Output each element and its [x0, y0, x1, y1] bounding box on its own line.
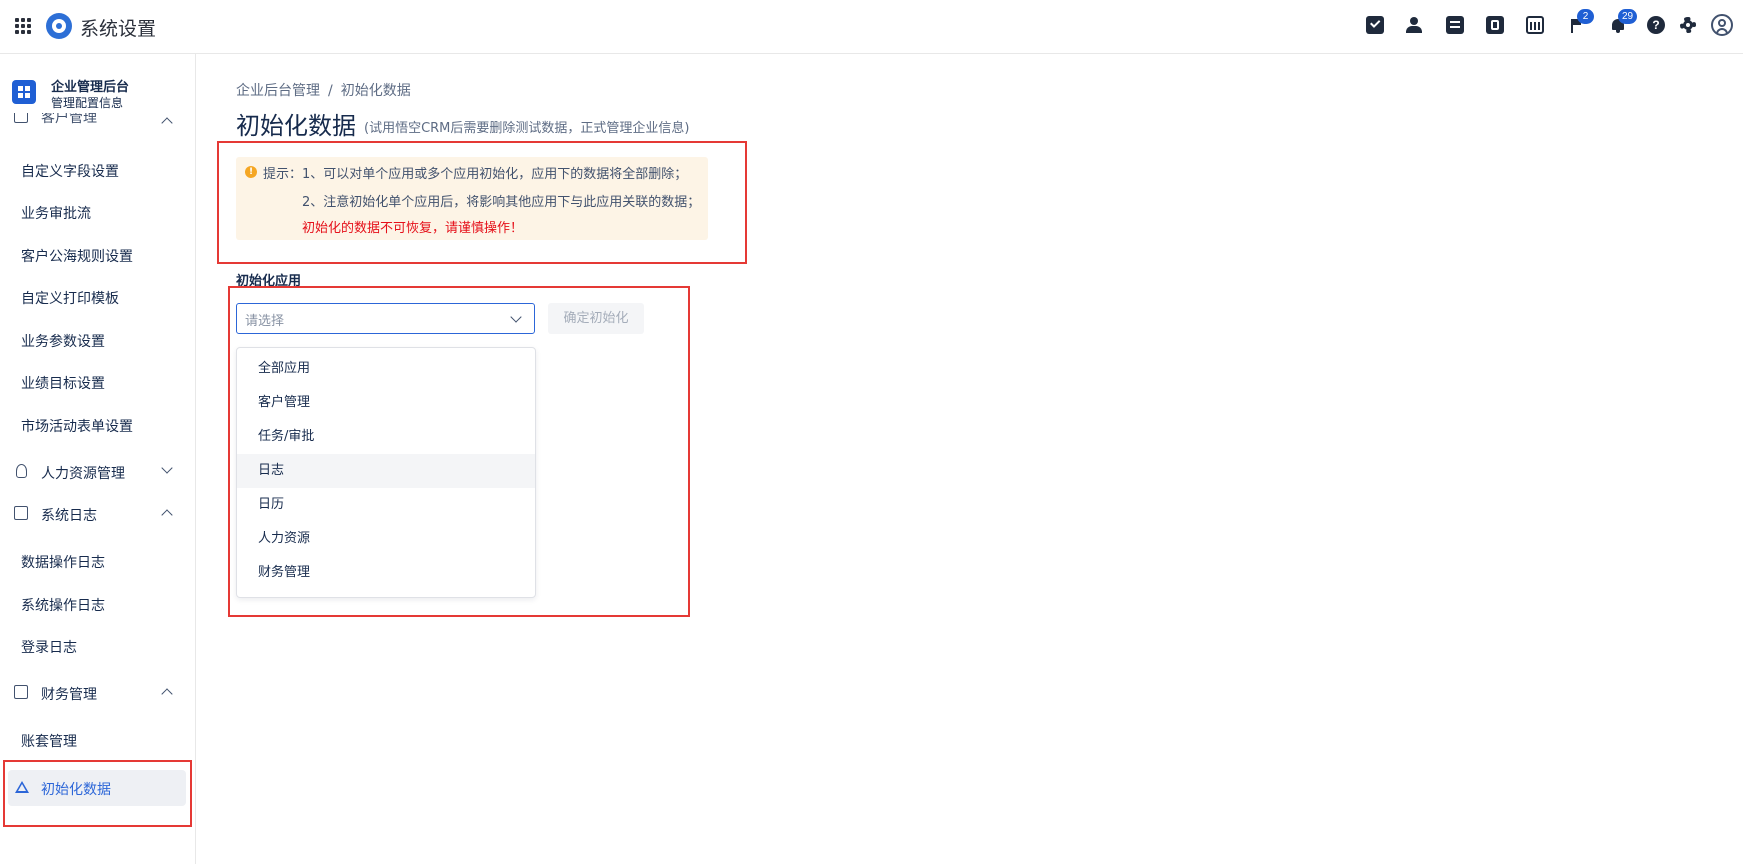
gear-icon[interactable]	[1679, 16, 1697, 34]
person-icon	[16, 464, 27, 478]
chevron-up-icon	[161, 688, 173, 700]
sidebar-group-label: 人力资源管理	[41, 466, 125, 482]
bell-badge: 29	[1618, 9, 1638, 24]
customer-group-icon	[14, 113, 28, 123]
help-icon[interactable]: ?	[1647, 16, 1665, 34]
apps-grid-icon[interactable]	[15, 18, 31, 34]
sidebar-group-hr[interactable]: 人力资源管理	[0, 462, 196, 483]
page-subtitle: (试用悟空CRM后需要删除测试数据，正式管理企业信息)	[364, 121, 690, 136]
phone-log-icon[interactable]	[1486, 16, 1504, 34]
sidebar: 企业管理后台 管理配置信息 客户管理 自定义字段设置 业务审批流 客户公海规则设…	[0, 54, 196, 864]
breadcrumb-root[interactable]: 企业后台管理	[236, 83, 320, 99]
finance-icon	[14, 685, 28, 699]
flag-badge: 2	[1577, 9, 1594, 24]
annotation-box-tip	[217, 141, 747, 264]
task-check-icon[interactable]	[1366, 16, 1384, 34]
app-logo	[46, 13, 72, 39]
sidebar-item-pool-rules[interactable]: 客户公海规则设置	[21, 246, 217, 266]
sidebar-group-system-log[interactable]: 系统日志	[0, 505, 196, 525]
sidebar-subtitle: 管理配置信息	[51, 96, 124, 110]
breadcrumb-separator: /	[328, 83, 333, 99]
contact-icon[interactable]	[1405, 16, 1423, 34]
sidebar-item-marketing-form[interactable]: 市场活动表单设置	[21, 416, 217, 436]
sidebar-item-performance-goals[interactable]: 业绩目标设置	[21, 373, 217, 393]
bell-icon[interactable]: 29	[1609, 9, 1638, 34]
sidebar-title: 企业管理后台	[51, 80, 130, 95]
calendar-icon[interactable]	[1526, 16, 1544, 34]
breadcrumb: 企业后台管理 / 初始化数据	[236, 80, 411, 100]
sidebar-group-label: 客户管理	[41, 113, 97, 126]
sidebar-item-business-params[interactable]: 业务参数设置	[21, 331, 217, 351]
breadcrumb-current: 初始化数据	[340, 83, 411, 99]
sidebar-group-label: 财务管理	[41, 687, 97, 703]
sidebar-group-finance[interactable]: 财务管理	[0, 684, 196, 704]
sidebar-item-account-sets[interactable]: 账套管理	[21, 731, 217, 751]
clipboard-icon	[14, 506, 28, 520]
document-icon[interactable]	[1446, 16, 1464, 34]
flag-icon[interactable]: 2	[1568, 9, 1594, 34]
sidebar-item-custom-fields[interactable]: 自定义字段设置	[21, 161, 217, 181]
sidebar-item-print-template[interactable]: 自定义打印模板	[21, 288, 217, 308]
chevron-up-icon	[161, 509, 173, 521]
sidebar-group-customer[interactable]: 客户管理	[0, 113, 196, 127]
top-bar: 系统设置 2 29 ?	[0, 0, 1743, 54]
sidebar-item-login-log[interactable]: 登录日志	[21, 637, 217, 657]
chevron-up-icon	[161, 117, 173, 127]
page-title: 初始化数据	[236, 112, 356, 140]
app-title: 系统设置	[80, 18, 157, 40]
admin-logo-icon	[12, 80, 36, 104]
chevron-down-icon	[161, 462, 173, 474]
sidebar-item-data-log[interactable]: 数据操作日志	[21, 552, 217, 572]
sidebar-group-label: 系统日志	[41, 508, 97, 524]
sidebar-item-system-log[interactable]: 系统操作日志	[21, 595, 217, 615]
annotation-box-select	[228, 286, 690, 617]
user-avatar-icon[interactable]	[1711, 14, 1733, 36]
sidebar-item-approval-flow[interactable]: 业务审批流	[21, 203, 217, 223]
annotation-box-sidebar	[3, 760, 192, 827]
